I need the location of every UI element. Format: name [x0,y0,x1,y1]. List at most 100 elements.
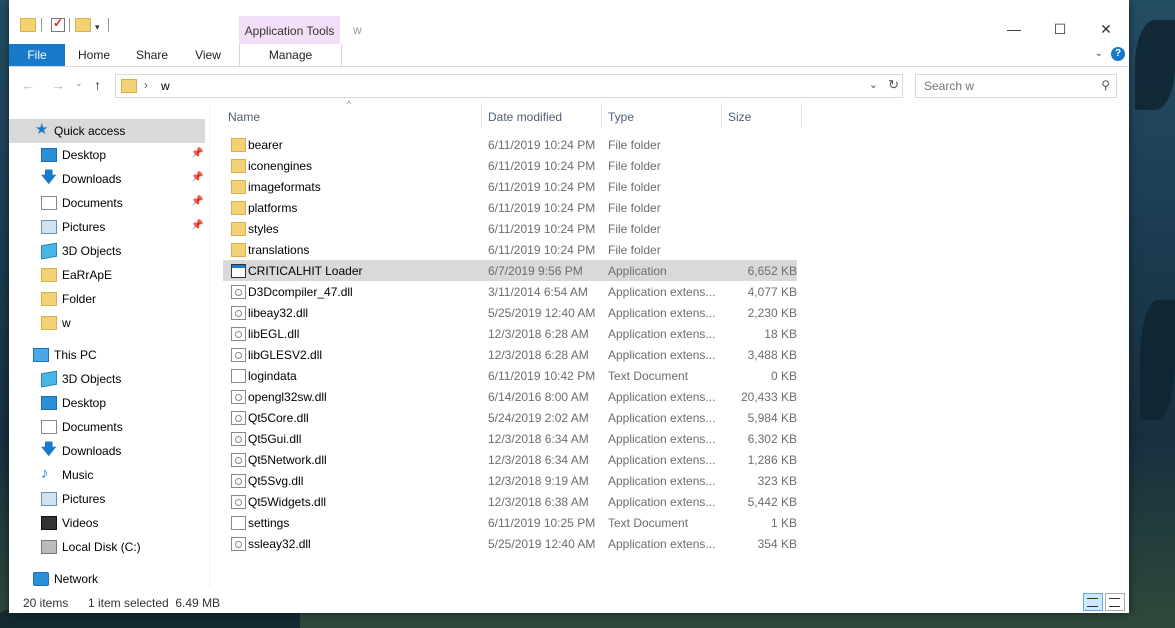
file-row[interactable]: libGLESV2.dll 12/3/2018 6:28 AM Applicatio… [223,344,797,365]
file-name: iconengines [248,159,313,173]
file-date: 6/11/2019 10:25 PM [488,516,596,530]
recent-locations-icon[interactable]: ⌄ [75,78,83,89]
file-row[interactable]: Qt5Gui.dll 12/3/2018 6:34 AM Application e… [223,428,797,449]
nav-label: Downloads [62,172,122,186]
maximize-button[interactable]: ☐ [1037,15,1083,43]
up-arrow-icon[interactable]: ↑ [94,77,101,93]
nav-item[interactable]: 🡇 Downloads 📌 [9,167,205,191]
nav-item[interactable]: Videos [9,511,205,535]
search-input[interactable] [922,78,1096,94]
file-row[interactable]: opengl32sw.dll 6/14/2016 8:00 AM Applicati… [223,386,797,407]
nav-label: 3D Objects [62,244,122,258]
large-icons-view-button[interactable] [1105,593,1125,611]
pin-icon[interactable]: 📌 [191,148,203,159]
nav-item[interactable]: 🡇 Downloads [9,439,205,463]
folder-icon [231,222,246,236]
file-row[interactable]: libeay32.dll 5/25/2019 12:40 AM Applicatio… [223,302,797,323]
close-button[interactable]: ✕ [1083,15,1129,43]
nav-item[interactable]: EaRrApE [9,263,205,287]
file-type: Application extens... [608,285,716,299]
tab-home[interactable]: Home [69,44,119,66]
file-name: styles [248,222,279,236]
column-header-size[interactable]: Size [722,103,801,128]
file-name: Qt5Gui.dll [248,432,302,446]
file-row[interactable]: Qt5Network.dll 12/3/2018 6:34 AM Applicati… [223,449,797,470]
minimize-button[interactable]: — [991,15,1037,43]
address-bar[interactable]: › w ⌄ ↻ [115,74,903,98]
file-name: libGLESV2.dll [248,348,323,362]
file-row[interactable]: libEGL.dll 12/3/2018 6:28 AM Application e… [223,323,797,344]
column-divider[interactable] [801,103,802,128]
file-name: Qt5Core.dll [248,411,309,425]
breadcrumb-w[interactable]: w [161,79,170,93]
dll-file-icon [231,411,246,425]
file-row[interactable]: styles 6/11/2019 10:24 PM File folder [223,218,797,239]
nav-item[interactable]: 3D Objects [9,367,205,391]
nav-item[interactable]: Pictures [9,487,205,511]
nav-item[interactable]: Documents [9,415,205,439]
chevron-down-icon[interactable]: ⌄ [1095,48,1103,59]
file-date: 6/11/2019 10:24 PM [488,180,596,194]
nav-item[interactable]: Folder [9,287,205,311]
file-row[interactable]: Qt5Widgets.dll 12/3/2018 6:38 AM Applicati… [223,491,797,512]
nav-item[interactable]: Desktop [9,391,205,415]
help-icon[interactable]: ? [1111,47,1125,61]
tab-file[interactable]: File [9,44,65,66]
properties-icon[interactable] [51,16,65,32]
file-row[interactable]: D3Dcompiler_47.dll 3/11/2014 6:54 AM Appli… [223,281,797,302]
nav-item[interactable]: ♪ Music [9,463,205,487]
refresh-icon[interactable]: ↻ [888,77,899,93]
file-row[interactable]: bearer 6/11/2019 10:24 PM File folder [223,134,797,155]
file-row[interactable]: ssleay32.dll 5/25/2019 12:40 AM Applicatio… [223,533,797,554]
tab-share[interactable]: Share [129,44,175,66]
leaf-decoration [1140,300,1175,420]
chevron-down-icon[interactable]: ⌄ [869,78,878,91]
nav-item[interactable]: Desktop 📌 [9,143,205,167]
file-row[interactable]: translations 6/11/2019 10:24 PM File folde… [223,239,797,260]
file-row[interactable]: iconengines 6/11/2019 10:24 PM File folder [223,155,797,176]
pin-icon[interactable]: 📌 [191,196,203,207]
separator [69,18,70,32]
file-date: 6/11/2019 10:24 PM [488,201,596,215]
tab-view[interactable]: View [185,44,231,66]
dll-file-icon [231,390,246,404]
file-row[interactable]: imageformats 6/11/2019 10:24 PM File folde… [223,176,797,197]
column-header-type[interactable]: Type [602,103,721,128]
nav-item[interactable]: 3D Objects [9,239,205,263]
search-box[interactable]: ⚲ [915,74,1117,98]
file-row[interactable]: Qt5Core.dll 5/24/2019 2:02 AM Application … [223,407,797,428]
file-name: CRITICALHIT Loader [248,264,363,278]
nav-item[interactable]: Local Disk (C:) [9,535,205,559]
file-row[interactable]: logindata 6/11/2019 10:42 PM Text Document… [223,365,797,386]
nav-item[interactable]: Pictures 📌 [9,215,205,239]
file-name: libEGL.dll [248,327,300,341]
column-header-name[interactable]: Name [223,103,481,128]
nav-quick-access[interactable]: ★ Quick access [9,119,205,143]
file-row[interactable]: platforms 6/11/2019 10:24 PM File folder [223,197,797,218]
3d-objects-icon [41,370,57,388]
forward-arrow-icon[interactable]: → [51,77,65,93]
file-row[interactable]: settings 6/11/2019 10:25 PM Text Document 1… [223,512,797,533]
details-view-button[interactable] [1083,593,1103,611]
nav-item[interactable]: Documents 📌 [9,191,205,215]
ribbon-tabs: File Home Share View Manage ⌄ ? [9,44,1129,67]
tab-manage[interactable]: Manage [239,44,342,66]
file-row[interactable]: CRITICALHIT Loader 6/7/2019 9:56 PM Applic… [223,260,797,281]
breadcrumb-separator[interactable]: › [144,78,148,92]
column-header-date[interactable]: Date modified [482,103,601,128]
nav-item[interactable]: w [9,311,205,335]
separator [41,18,42,32]
new-folder-icon[interactable] [75,18,91,32]
file-row[interactable]: Qt5Svg.dll 12/3/2018 9:19 AM Application e… [223,470,797,491]
file-date: 12/3/2018 6:28 AM [488,348,589,362]
explorer-window: ▾ Application Tools w — ☐ ✕ File Home Sh… [9,0,1129,613]
customize-toolbar-icon[interactable]: ▾ [95,22,100,40]
file-name: Qt5Svg.dll [248,474,304,488]
search-icon[interactable]: ⚲ [1101,78,1110,92]
back-arrow-icon[interactable]: ← [21,77,35,93]
nav-this-pc[interactable]: This PC [9,343,205,367]
pin-icon[interactable]: 📌 [191,220,203,231]
nav-network[interactable]: Network [9,567,205,591]
dll-file-icon [231,348,246,362]
pin-icon[interactable]: 📌 [191,172,203,183]
